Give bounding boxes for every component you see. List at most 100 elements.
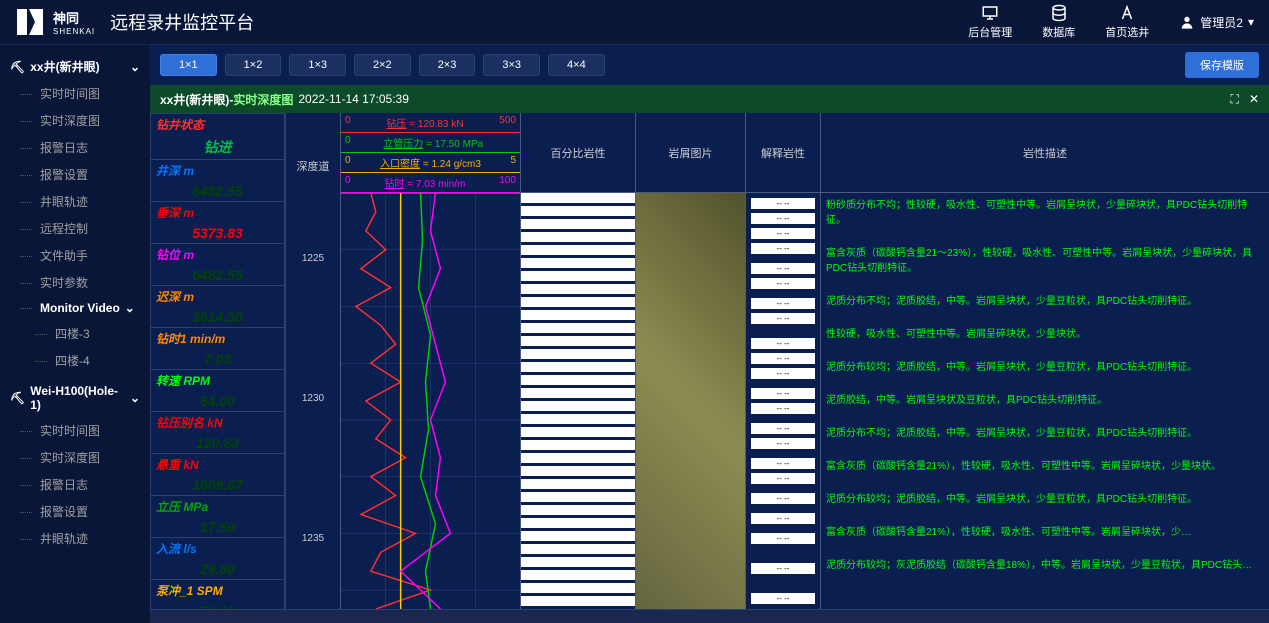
interp-mark: -- -- [751, 213, 815, 224]
curve-header-row: 0入口密度 = 1.24 g/cm35 [341, 153, 520, 173]
param-value: 29.80 [151, 559, 284, 579]
interp-mark: -- -- [751, 278, 815, 289]
interp-mark: -- -- [751, 438, 815, 449]
param-row: 钻时1 min/m7.03 [150, 327, 285, 369]
tree-item[interactable]: 远程控制 [0, 215, 150, 242]
tree-item[interactable]: 报警日志 [0, 471, 150, 498]
logo-icon [15, 7, 45, 37]
tree-item[interactable]: 四楼-4 [0, 347, 150, 374]
tree-item[interactable]: 井眼轨迹 [0, 525, 150, 552]
curve-plot[interactable] [341, 193, 520, 609]
interp-mark: -- -- [751, 243, 815, 254]
tree-item[interactable]: 报警设置 [0, 161, 150, 188]
nav-admin[interactable]: 后台管理 [968, 4, 1012, 40]
interp-mark: -- -- [751, 458, 815, 469]
param-row: 立压 MPa17.50 [150, 495, 285, 537]
depth-tick: 1230 [302, 393, 324, 404]
nav-database[interactable]: 数据库 [1042, 4, 1075, 40]
tree-item[interactable]: 实时时间图 [0, 80, 150, 107]
tree-item[interactable]: 实时时间图 [0, 417, 150, 444]
lithology-description: 泥质胶结，中等。岩屑呈块状及豆粒状，具PDC钻头切削特征。 [826, 393, 1264, 408]
chevron-down-icon: ▾ [1248, 15, 1254, 29]
lithology-description: 富含灰质（碳酸钙含量21～23%），性较硬，吸水性、可塑性中等。岩屑呈块状，少量… [826, 246, 1264, 276]
tree-item[interactable]: 四楼-3 [0, 320, 150, 347]
layout-button[interactable]: 1×3 [289, 54, 346, 76]
curves-track: 0钻压 = 120.83 kN5000立管压力 = 17.50 MPa0入口密度… [341, 113, 521, 609]
chevron-down-icon: ⌄ [130, 391, 140, 405]
param-label: 迟深 m [151, 286, 284, 307]
interp-mark: -- -- [751, 228, 815, 239]
tree-item[interactable]: 报警日志 [0, 134, 150, 161]
lithology-strip[interactable] [521, 193, 635, 609]
close-icon[interactable]: ✕ [1249, 92, 1259, 107]
tree-item[interactable]: Monitor Video ⌄ [0, 296, 150, 320]
interp-mark: -- -- [751, 198, 815, 209]
param-row: 钻压别名 kN120.83 [150, 411, 285, 453]
param-label: 钻时1 min/m [151, 328, 284, 349]
layout-button[interactable]: 3×3 [483, 54, 540, 76]
brand-sub: SHENKAI [53, 27, 95, 36]
layout-button[interactable]: 1×1 [160, 54, 217, 76]
tree-item[interactable]: 实时参数 [0, 269, 150, 296]
interpretation-track: 解释岩性-- ---- ---- ---- ---- ---- ---- ---… [746, 113, 821, 609]
nav-home-well[interactable]: 首页选井 [1105, 4, 1149, 40]
user-menu[interactable]: 管理员2▾ [1179, 14, 1254, 31]
param-value: 5373.83 [151, 223, 284, 243]
interp-mark: -- -- [751, 423, 815, 434]
cuttings-image[interactable] [636, 193, 745, 609]
layout-button[interactable]: 1×2 [225, 54, 282, 76]
tree-item[interactable]: 井眼轨迹 [0, 188, 150, 215]
param-label: 泵冲_1 SPM [151, 580, 284, 601]
param-value: 6482.55 [151, 181, 284, 201]
curve-header-row: 0钻压 = 120.83 kN500 [341, 113, 520, 133]
layout-button[interactable]: 2×3 [419, 54, 476, 76]
interp-mark: -- -- [751, 403, 815, 414]
chevron-down-icon: ⌄ [130, 60, 140, 74]
tree-item[interactable]: 文件助手 [0, 242, 150, 269]
param-row: 泵冲_1 SPM51.00 [150, 579, 285, 609]
curve-header-row: 0钻时 = 7.03 min/m100 [341, 173, 520, 193]
main-panel: 1×11×21×32×22×33×34×4 保存模版 xx井(新井眼)-实时深度… [150, 45, 1269, 623]
tree-item[interactable]: 报警设置 [0, 498, 150, 525]
panel-timestamp: 2022-11-14 17:05:39 [298, 92, 409, 106]
logo: 神同SHENKAI [15, 7, 95, 37]
well-icon [1118, 4, 1136, 22]
horizontal-scrollbar[interactable] [150, 609, 1269, 623]
cuttings-image-track: 岩屑图片 [636, 113, 746, 609]
expand-icon[interactable]: ⛶ [1231, 92, 1239, 107]
param-row: 井深 m6482.55 [150, 159, 285, 201]
tree-item[interactable]: 实时深度图 [0, 107, 150, 134]
interp-mark: -- -- [751, 388, 815, 399]
interp-mark: -- -- [751, 473, 815, 484]
interp-mark: -- -- [751, 313, 815, 324]
lithology-description: 泥质分布较均；泥质胶结，中等。岩屑呈块状，少量豆粒状，具PDC钻头切削特征。 [826, 360, 1264, 375]
layout-button[interactable]: 2×2 [354, 54, 411, 76]
panel-well: xx井(新井眼)- [160, 93, 233, 107]
tree-well-2[interactable]: ⛏Wei-H100(Hole-1)⌄ [0, 379, 150, 417]
param-value: 51.00 [151, 601, 284, 609]
depth-track: 深度道 1225 1230 1235 [286, 113, 341, 609]
param-label: 转速 RPM [151, 370, 284, 391]
layout-button[interactable]: 4×4 [548, 54, 605, 76]
param-value: 1009.67 [151, 475, 284, 495]
param-value: 6482.55 [151, 265, 284, 285]
save-template-button[interactable]: 保存模版 [1185, 52, 1259, 78]
param-value: 120.83 [151, 433, 284, 453]
interp-mark: -- -- [751, 298, 815, 309]
param-label: 钻压别名 kN [151, 412, 284, 433]
derrick-icon: ⛏ [10, 391, 25, 405]
lithology-description: 富含灰质（碳酸钙含量21%），性较硬，吸水性、可塑性中等。岩屑呈碎块状，少… [826, 525, 1264, 540]
chart-panel-header: xx井(新井眼)-实时深度图 2022-11-14 17:05:39 ⛶✕ [150, 85, 1269, 113]
param-value: 54.00 [151, 391, 284, 411]
interp-mark: -- -- [751, 593, 815, 604]
param-label: 钻位 m [151, 244, 284, 265]
app-header: 神同SHENKAI 远程录井监控平台 后台管理 数据库 首页选井 管理员2▾ [0, 0, 1269, 45]
tree-well-1[interactable]: ⛏xx井(新井眼)⌄ [0, 53, 150, 80]
interp-mark: -- -- [751, 493, 815, 504]
tree-item[interactable]: 实时深度图 [0, 444, 150, 471]
derrick-icon: ⛏ [10, 60, 25, 74]
param-row: 悬重 kN1009.67 [150, 453, 285, 495]
param-value: 7.03 [151, 349, 284, 369]
param-label: 井深 m [151, 160, 284, 181]
param-value: 3614.50 [151, 307, 284, 327]
